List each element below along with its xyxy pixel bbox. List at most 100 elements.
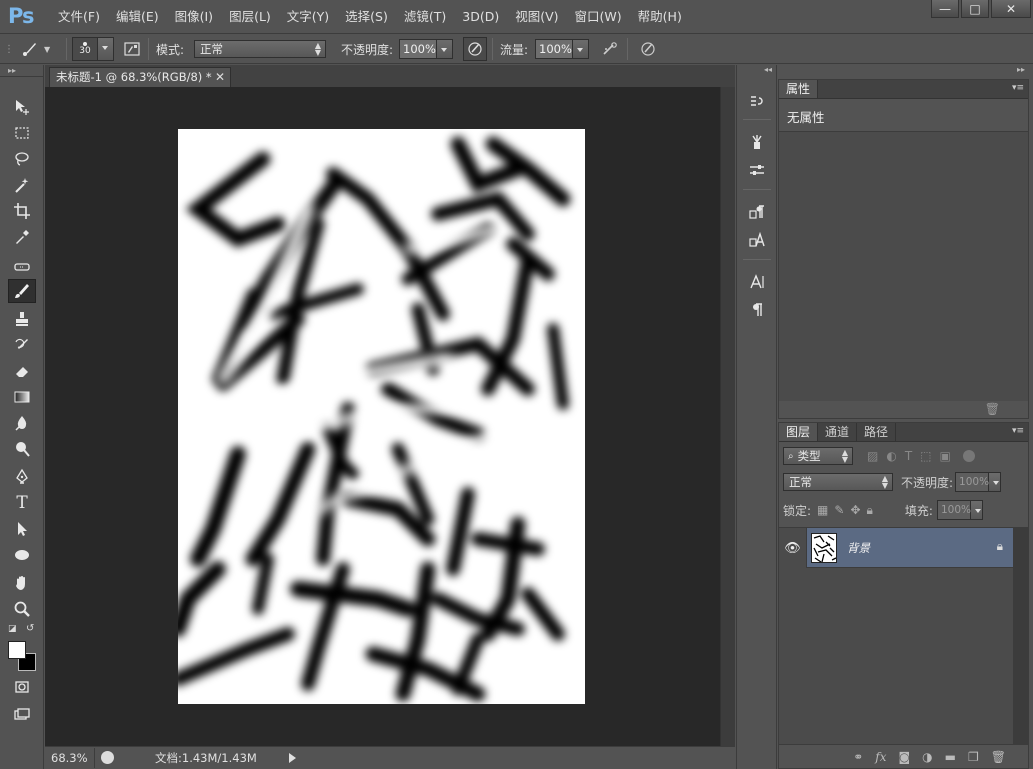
tab-channels[interactable]: 通道: [818, 423, 858, 441]
airbrush-button[interactable]: [598, 34, 622, 64]
toggle-brush-panel-button[interactable]: [120, 34, 144, 64]
gradient-tool[interactable]: [8, 385, 36, 409]
filter-type-select[interactable]: ⌕ 类型 ▲ ▼: [783, 447, 853, 465]
menu-help[interactable]: 帮助(H): [630, 8, 690, 26]
tool-preset-picker[interactable]: ▼: [18, 34, 50, 64]
brush-size-dropdown[interactable]: [98, 37, 114, 61]
layer-style-fx-icon[interactable]: fx: [875, 750, 886, 764]
lasso-tool[interactable]: [8, 147, 36, 171]
spot-healing-tool[interactable]: [8, 255, 36, 279]
menu-edit[interactable]: 编辑(E): [108, 8, 167, 26]
blur-tool[interactable]: [8, 411, 36, 435]
menu-layer[interactable]: 图层(L): [221, 8, 279, 26]
quick-mask-button[interactable]: [8, 675, 36, 699]
flow-slider-dropdown[interactable]: [573, 39, 589, 59]
history-brush-tool[interactable]: [8, 333, 36, 357]
trash-icon[interactable]: 🗑: [985, 402, 1000, 416]
pen-tool[interactable]: [8, 465, 36, 489]
delete-layer-trash-icon[interactable]: 🗑: [991, 750, 1006, 764]
character-panel-icon[interactable]: [745, 271, 769, 293]
history-panel-icon[interactable]: [745, 91, 769, 113]
paragraph-panel-icon[interactable]: [745, 299, 769, 321]
hand-tool[interactable]: [8, 571, 36, 595]
character-styles-panel-icon[interactable]: [745, 229, 769, 251]
new-layer-icon[interactable]: ❐: [968, 750, 979, 764]
menu-file[interactable]: 文件(F): [50, 8, 108, 26]
layers-scrollbar[interactable]: [1013, 528, 1028, 746]
layer-name[interactable]: 背景: [847, 540, 870, 556]
paragraph-styles-panel-icon[interactable]: [745, 201, 769, 223]
document-tab[interactable]: 未标题-1 @ 68.3%(RGB/8) * ✕: [49, 67, 231, 87]
canvas-area[interactable]: [45, 87, 720, 746]
tab-properties[interactable]: 属性: [779, 80, 819, 98]
smart-object-filter-icon[interactable]: ▣: [940, 449, 951, 463]
default-colors-icon[interactable]: ◪: [8, 624, 17, 634]
adjustment-layer-icon[interactable]: ◑: [922, 750, 932, 764]
menu-image[interactable]: 图像(I): [167, 8, 221, 26]
brush-presets-panel-icon[interactable]: [745, 131, 769, 153]
eraser-tool[interactable]: [8, 359, 36, 383]
menu-3d[interactable]: 3D(D): [454, 8, 507, 26]
close-tab-icon[interactable]: ✕: [215, 68, 225, 86]
pressure-opacity-button[interactable]: [463, 34, 487, 64]
new-group-folder-icon[interactable]: ▬: [945, 750, 956, 764]
zoom-tool[interactable]: [8, 597, 36, 621]
menu-type[interactable]: 文字(Y): [279, 8, 337, 26]
flow-input[interactable]: 100%: [535, 39, 573, 59]
status-menu-arrow-icon[interactable]: [289, 753, 296, 763]
screen-mode-button[interactable]: [8, 703, 36, 727]
lock-transparency-icon[interactable]: ▦: [817, 503, 828, 518]
zoom-level[interactable]: 68.3%: [45, 748, 95, 768]
eyedropper-tool[interactable]: [8, 225, 36, 249]
panel-menu-icon[interactable]: ▾≡: [1012, 426, 1024, 436]
brush-size-picker[interactable]: 30: [72, 34, 114, 64]
panel-grip[interactable]: ◂◂: [737, 65, 776, 79]
opacity-slider-dropdown[interactable]: [437, 39, 453, 59]
fill-dropdown[interactable]: [970, 500, 983, 520]
move-tool[interactable]: [8, 95, 36, 119]
add-mask-icon[interactable]: ◙: [899, 750, 911, 764]
maximize-button[interactable]: □: [961, 0, 989, 18]
magic-wand-tool[interactable]: [8, 173, 36, 197]
panel-grip[interactable]: ▸▸: [0, 65, 43, 77]
mode-select[interactable]: 正常 ▲ ▼: [194, 40, 326, 58]
type-tool[interactable]: T: [8, 491, 36, 515]
brush-tool[interactable]: [8, 279, 36, 303]
lock-pixels-icon[interactable]: ✎: [834, 503, 844, 518]
menu-filter[interactable]: 滤镜(T): [396, 8, 454, 26]
menu-select[interactable]: 选择(S): [337, 8, 396, 26]
opacity-input[interactable]: 100%: [399, 39, 437, 59]
lock-position-icon[interactable]: ✥: [850, 503, 860, 518]
pressure-size-button[interactable]: [636, 34, 660, 64]
pixel-filter-icon[interactable]: ▨: [867, 449, 878, 463]
status-info-icon[interactable]: [101, 751, 114, 764]
shape-filter-icon[interactable]: ⬚: [920, 449, 931, 463]
blend-mode-select[interactable]: 正常 ▲ ▼: [783, 473, 893, 491]
clone-stamp-tool[interactable]: [8, 307, 36, 331]
document-canvas[interactable]: [178, 129, 585, 704]
adjustment-filter-icon[interactable]: ◐: [886, 449, 896, 463]
path-selection-tool[interactable]: [8, 517, 36, 541]
crop-tool[interactable]: [8, 199, 36, 223]
dodge-tool[interactable]: [8, 437, 36, 461]
menu-window[interactable]: 窗口(W): [567, 8, 630, 26]
lock-all-icon[interactable]: 🔒︎: [867, 503, 873, 518]
brush-settings-panel-icon[interactable]: [745, 159, 769, 181]
close-button[interactable]: ✕: [991, 0, 1031, 18]
layer-row[interactable]: 👁︎ 背景 🔒︎: [779, 528, 1013, 568]
minimize-button[interactable]: —: [931, 0, 959, 18]
tab-paths[interactable]: 路径: [857, 423, 897, 441]
marquee-tool[interactable]: [8, 121, 36, 145]
layer-opacity-dropdown[interactable]: [989, 472, 1002, 492]
tab-layers[interactable]: 图层: [779, 423, 819, 441]
type-filter-icon[interactable]: T: [905, 449, 912, 463]
panel-menu-icon[interactable]: ▾≡: [1012, 83, 1024, 93]
ellipse-tool[interactable]: [8, 543, 36, 567]
panel-grip[interactable]: ▸▸: [778, 65, 1033, 79]
canvas-vertical-scrollbar[interactable]: [720, 87, 735, 746]
fill-input[interactable]: 100%: [936, 500, 971, 520]
link-layers-icon[interactable]: ⚭: [853, 750, 863, 764]
visibility-eye-icon[interactable]: 👁︎: [779, 528, 807, 568]
foreground-color-swatch[interactable]: [8, 641, 26, 659]
filter-toggle-icon[interactable]: [962, 450, 975, 462]
